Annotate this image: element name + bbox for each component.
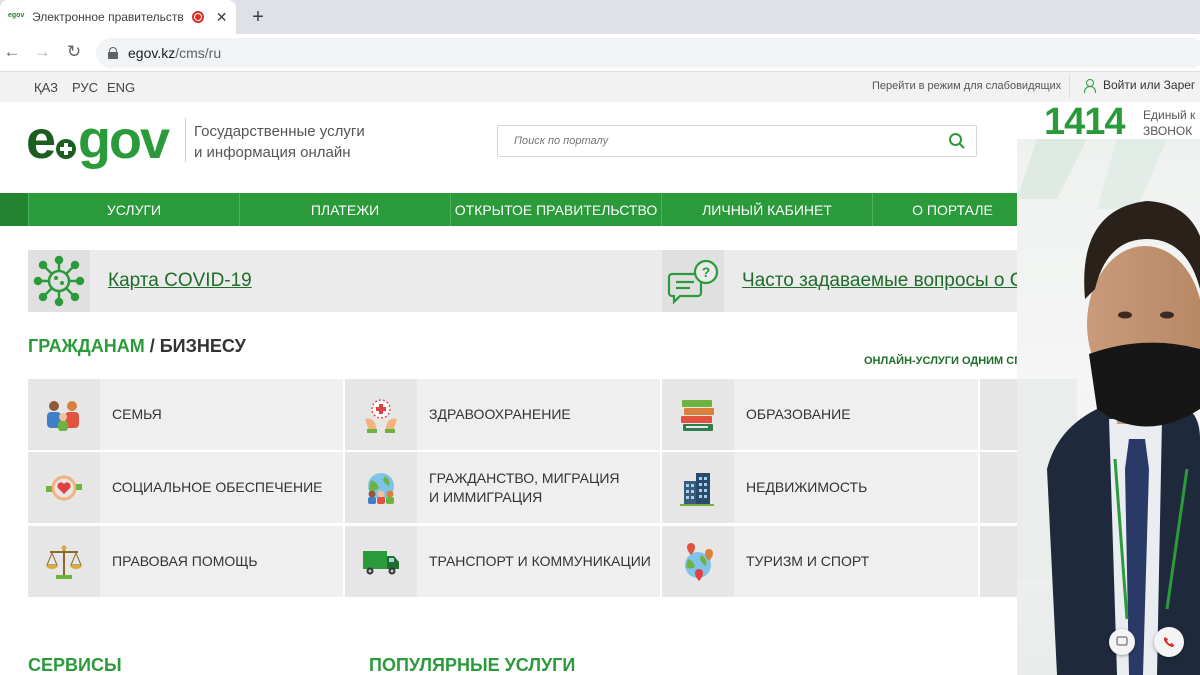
- divider: [1069, 74, 1070, 98]
- category-label: ГРАЖДАНСТВО, МИГРАЦИЯ И ИММИГРАЦИЯ: [429, 469, 620, 505]
- screen: egov Электронное правительств ✕ + ← → ↻ …: [0, 0, 1200, 675]
- category-citizenship[interactable]: ГРАЖДАНСТВО, МИГРАЦИЯ И ИММИГРАЦИЯ: [345, 452, 660, 523]
- books-icon: [681, 399, 714, 431]
- category-label: ПРАВОВАЯ ПОМОЩЬ: [112, 553, 258, 569]
- video-call-overlay[interactable]: [1017, 139, 1200, 675]
- category-tourism-sport[interactable]: ТУРИЗМ И СПОРТ: [662, 526, 978, 597]
- close-tab-icon[interactable]: ✕: [216, 9, 228, 26]
- tagline: Государственные услуги и информация онла…: [194, 123, 365, 161]
- nav-personal-account[interactable]: ЛИЧНЫЙ КАБИНЕТ: [661, 193, 872, 226]
- category-label: ЗДРАВООХРАНЕНИЕ: [429, 406, 571, 422]
- forward-icon[interactable]: →: [32, 42, 52, 62]
- category-education[interactable]: ОБРАЗОВАНИЕ: [662, 379, 978, 450]
- section-title: ГРАЖДАНАМ / БИЗНЕСУ: [28, 336, 246, 356]
- search-icon[interactable]: [948, 132, 966, 150]
- category-transport[interactable]: ТРАНСПОРТ И КОММУНИКАЦИИ: [345, 526, 660, 597]
- new-tab-icon[interactable]: +: [248, 5, 268, 29]
- covid-map-link[interactable]: Карта COVID-19: [108, 270, 252, 292]
- back-icon[interactable]: ←: [2, 42, 22, 62]
- hotline-number: 1414: [1044, 101, 1126, 143]
- category-social-care[interactable]: СОЦИАЛЬНОЕ ОБЕСПЕЧЕНИЕ: [28, 452, 343, 523]
- url-domain: egov.kz: [128, 45, 176, 61]
- login-label: Войти или Зарег: [1103, 78, 1196, 92]
- url-path: /cms/ru: [175, 45, 222, 61]
- faq-link[interactable]: Часто задаваемые вопросы о COV: [742, 270, 1018, 292]
- nav-open-government[interactable]: ОТКРЫТОЕ ПРАВИТЕЛЬСТВО: [450, 193, 661, 226]
- category-healthcare[interactable]: ЗДРАВООХРАНЕНИЕ: [345, 379, 660, 450]
- low-vision-link[interactable]: Перейти в режим для слабовидящих: [872, 80, 1061, 92]
- category-family[interactable]: СЕМЬЯ: [28, 379, 343, 450]
- egov-favicon: egov: [8, 12, 25, 19]
- category-label: ТРАНСПОРТ И КОММУНИКАЦИИ: [429, 553, 651, 569]
- truck-icon: [363, 550, 399, 574]
- lock-icon: [108, 47, 118, 59]
- logo-divider: [185, 118, 186, 162]
- login-link[interactable]: Войти или Зарег: [1083, 78, 1196, 93]
- nav-services[interactable]: УСЛУГИ: [28, 193, 239, 226]
- healthcare-icon: [365, 398, 397, 433]
- faq-banner[interactable]: ? Часто задаваемые вопросы о COV: [662, 250, 1018, 312]
- portal-search: [497, 125, 977, 157]
- svg-text:?: ?: [702, 264, 711, 280]
- citizenship-icon: [368, 472, 394, 504]
- globe-pin-icon: [685, 542, 713, 581]
- reload-icon[interactable]: ↻: [64, 42, 84, 62]
- logo-plus-icon: [56, 139, 77, 159]
- tab-citizens[interactable]: ГРАЖДАНАМ: [28, 336, 145, 356]
- virus-icon: [33, 255, 85, 307]
- faq-chat-icon: ?: [667, 259, 719, 305]
- category-label: НЕДВИЖИМОСТЬ: [746, 479, 868, 495]
- category-label: ТУРИЗМ И СПОРТ: [746, 553, 870, 569]
- recording-indicator-icon: [191, 11, 204, 23]
- category-real-estate[interactable]: НЕДВИЖИМОСТЬ: [662, 452, 978, 523]
- egov-logo[interactable]: e gov: [26, 110, 170, 170]
- lang-kaz[interactable]: ҚАЗ: [34, 80, 58, 95]
- online-services-list-link[interactable]: ОНЛАЙН-УСЛУГИ ОДНИМ СПИС: [864, 355, 1038, 367]
- services-heading: СЕРВИСЫ: [28, 655, 122, 675]
- webcam-feed-image: [1017, 139, 1200, 675]
- buildings-icon: [680, 472, 714, 506]
- category-label: СОЦИАЛЬНОЕ ОБЕСПЕЧЕНИЕ: [112, 479, 323, 495]
- chat-icon[interactable]: [1109, 629, 1135, 655]
- category-label: СЕМЬЯ: [112, 406, 162, 422]
- category-label: ОБРАЗОВАНИЕ: [746, 406, 851, 422]
- category-legal-aid[interactable]: ПРАВОВАЯ ПОМОЩЬ: [28, 526, 343, 597]
- tab-title: Электронное правительств: [32, 10, 184, 24]
- covid-map-banner[interactable]: Карта COVID-19: [28, 250, 662, 312]
- search-input[interactable]: [498, 126, 918, 156]
- lang-eng[interactable]: ENG: [107, 80, 135, 95]
- family-icon: [47, 400, 79, 431]
- end-call-icon[interactable]: [1154, 627, 1184, 657]
- nav-payments[interactable]: ПЛАТЕЖИ: [239, 193, 450, 226]
- address-bar[interactable]: egov.kz/cms/ru: [96, 38, 1200, 68]
- popular-services-heading: ПОПУЛЯРНЫЕ УСЛУГИ: [369, 655, 576, 675]
- nav-about-portal[interactable]: О ПОРТАЛЕ: [872, 193, 1032, 226]
- browser-tab[interactable]: egov Электронное правительств ✕: [0, 0, 236, 34]
- browser-tab-strip: egov Электронное правительств ✕ +: [0, 0, 1200, 34]
- user-icon: [1083, 78, 1096, 93]
- lang-rus[interactable]: РУС: [72, 80, 98, 95]
- social-care-icon: [46, 475, 82, 500]
- tab-business[interactable]: БИЗНЕСУ: [160, 336, 246, 356]
- scales-icon: [46, 545, 82, 579]
